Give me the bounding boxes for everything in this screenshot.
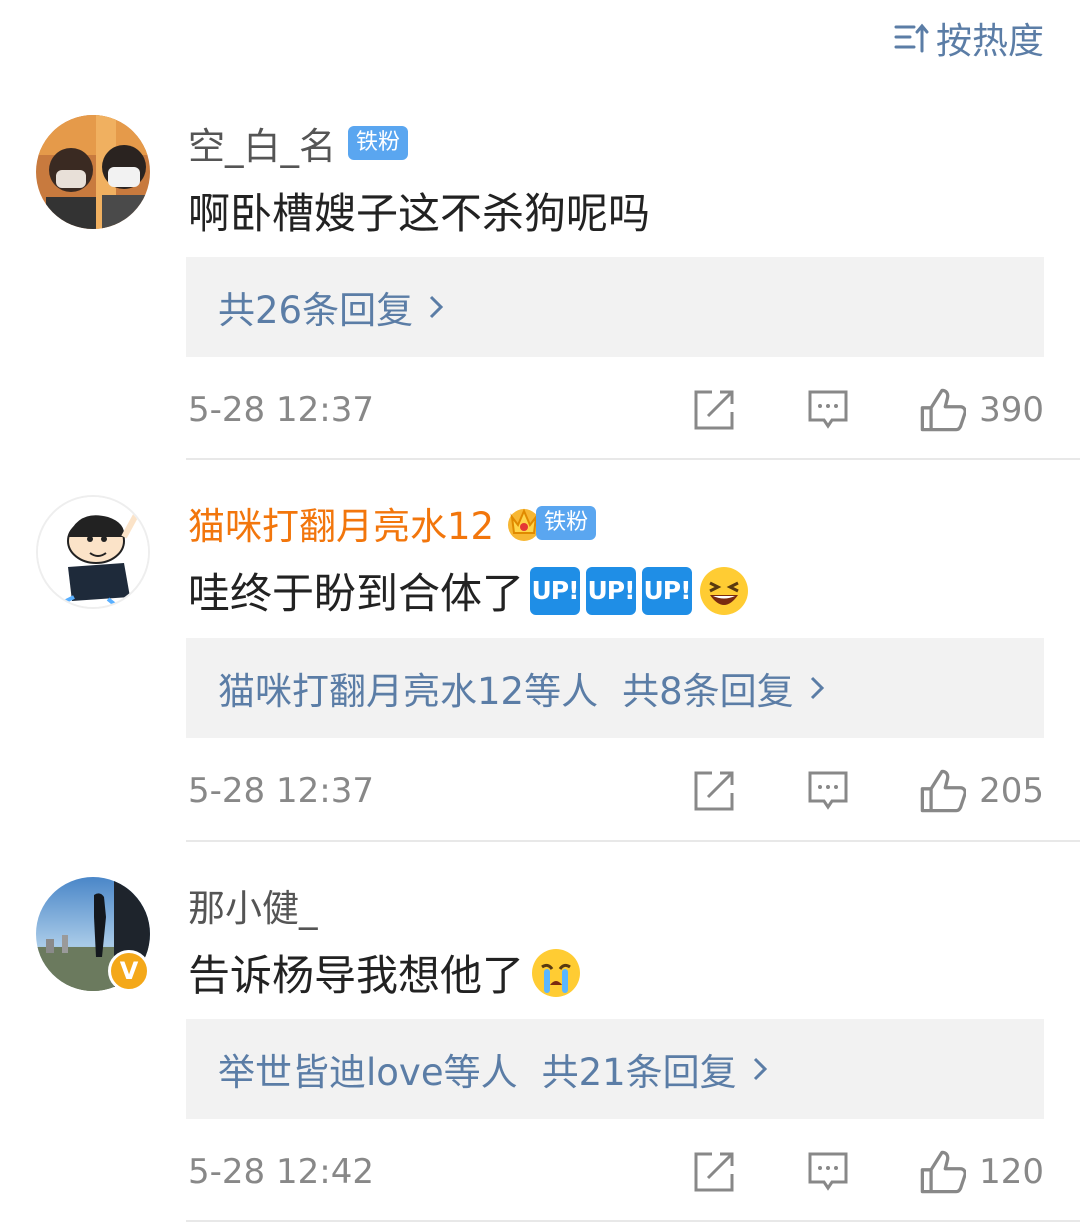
share-icon[interactable] bbox=[692, 388, 736, 432]
comment-icon[interactable] bbox=[806, 769, 850, 813]
chevron-right-icon bbox=[430, 295, 444, 319]
sort-label: 按热度 bbox=[935, 21, 1044, 62]
avatar[interactable] bbox=[36, 495, 150, 609]
comment-time: 5-28 12:42 bbox=[188, 1152, 374, 1192]
like-icon[interactable] bbox=[918, 1148, 966, 1196]
avatar[interactable] bbox=[36, 115, 150, 229]
like-count: 205 bbox=[979, 771, 1044, 811]
chevron-right-icon bbox=[810, 676, 824, 700]
divider bbox=[186, 1220, 1080, 1222]
comment-text: 告诉杨导我想他了 bbox=[188, 942, 582, 1003]
reply-summary: 共26条回复 bbox=[218, 289, 414, 332]
share-icon[interactable] bbox=[692, 769, 736, 813]
share-icon[interactable] bbox=[692, 1150, 736, 1194]
up-emoji: UP! bbox=[586, 566, 637, 615]
up-emoji: UP! bbox=[642, 566, 693, 615]
sort-by-heat-button[interactable]: 按热度 bbox=[894, 12, 1044, 64]
comment-icon[interactable] bbox=[806, 1150, 850, 1194]
comment-time: 5-28 12:37 bbox=[188, 771, 374, 811]
comment-time: 5-28 12:37 bbox=[188, 390, 374, 430]
chevron-right-icon bbox=[753, 1057, 767, 1081]
username[interactable]: 那小健_ bbox=[188, 878, 318, 932]
comment-icon[interactable] bbox=[806, 388, 850, 432]
username[interactable]: 猫咪打翻月亮水12 铁粉 bbox=[188, 496, 597, 550]
like-icon[interactable] bbox=[918, 386, 966, 434]
reply-summary: 共21条回复 bbox=[541, 1051, 737, 1094]
view-replies-button[interactable]: 举世皆迪love等人 共21条回复 bbox=[186, 1019, 1044, 1119]
reply-prefix: 举世皆迪love等人 bbox=[218, 1051, 518, 1094]
up-emoji: UP! bbox=[530, 566, 581, 615]
fan-badge: 铁粉 bbox=[536, 506, 597, 540]
sort-icon bbox=[894, 23, 929, 53]
divider bbox=[186, 840, 1080, 842]
like-icon[interactable] bbox=[918, 767, 966, 815]
reply-summary: 共8条回复 bbox=[622, 670, 794, 713]
comment-text: 啊卧槽嫂子这不杀狗呢吗 bbox=[188, 189, 651, 238]
reply-prefix: 猫咪打翻月亮水12等人 bbox=[218, 670, 599, 713]
comment-text: 哇终于盼到合体了 UP! UP! UP! bbox=[188, 560, 750, 621]
laugh-emoji-icon bbox=[700, 566, 749, 615]
divider bbox=[186, 458, 1080, 460]
username[interactable]: 空_白_名 铁粉 bbox=[188, 116, 409, 170]
fan-badge: 铁粉 bbox=[348, 126, 409, 160]
view-replies-button[interactable]: 共26条回复 bbox=[186, 257, 1044, 357]
view-replies-button[interactable]: 猫咪打翻月亮水12等人 共8条回复 bbox=[186, 638, 1044, 738]
like-count: 120 bbox=[979, 1152, 1044, 1192]
verified-icon: V bbox=[108, 950, 150, 992]
like-count: 390 bbox=[979, 390, 1044, 430]
cry-emoji-icon bbox=[532, 948, 581, 997]
